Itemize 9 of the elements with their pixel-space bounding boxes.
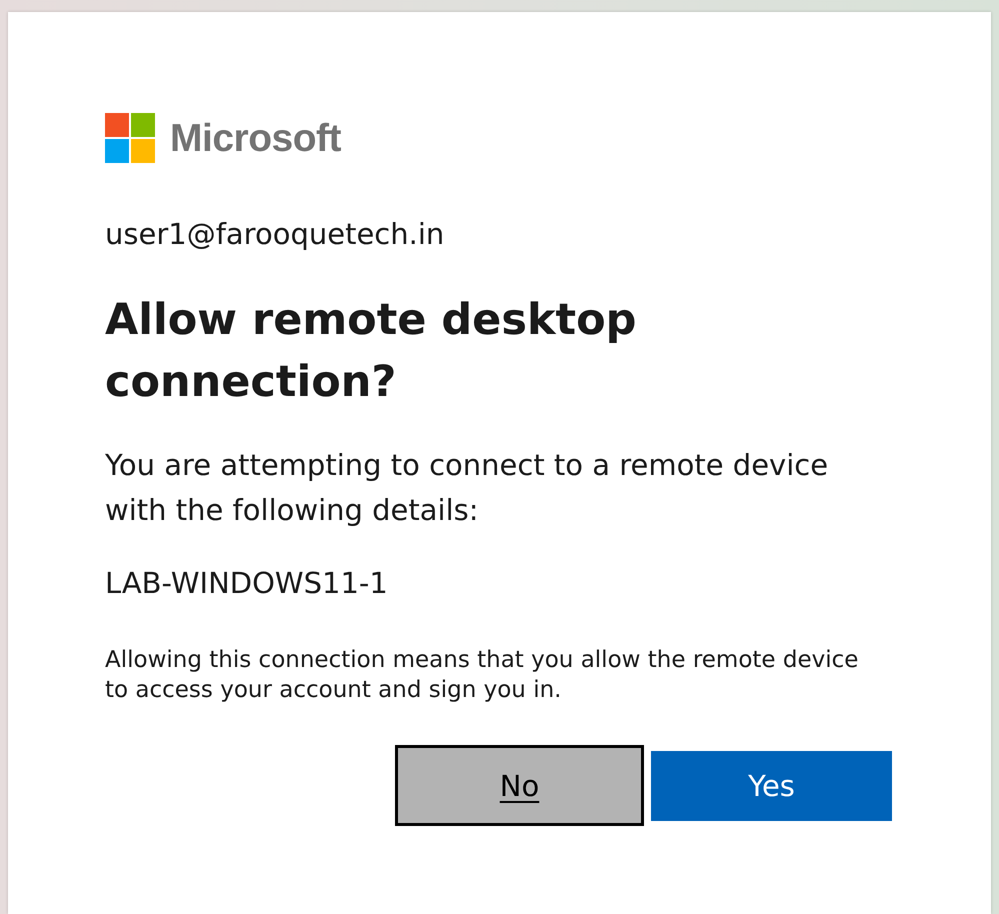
- confirm-button[interactable]: Yes: [651, 750, 892, 820]
- notice-text: Allowing this connection means that you allow the remote device to access your account and sign you in.: [105, 646, 860, 705]
- account-email: user1@farooquetech.in: [105, 216, 446, 253]
- device-name: LAB-WINDOWS11-1: [105, 565, 389, 602]
- dialog-title: Allow remote desktop connection?: [105, 294, 638, 409]
- dialog-message: You are attempting to connect to a remote device with the following details:: [105, 447, 830, 529]
- brand-wordmark: Microsoft: [170, 118, 341, 158]
- logo-squares-icon: [105, 113, 155, 163]
- decline-button[interactable]: No: [395, 745, 644, 826]
